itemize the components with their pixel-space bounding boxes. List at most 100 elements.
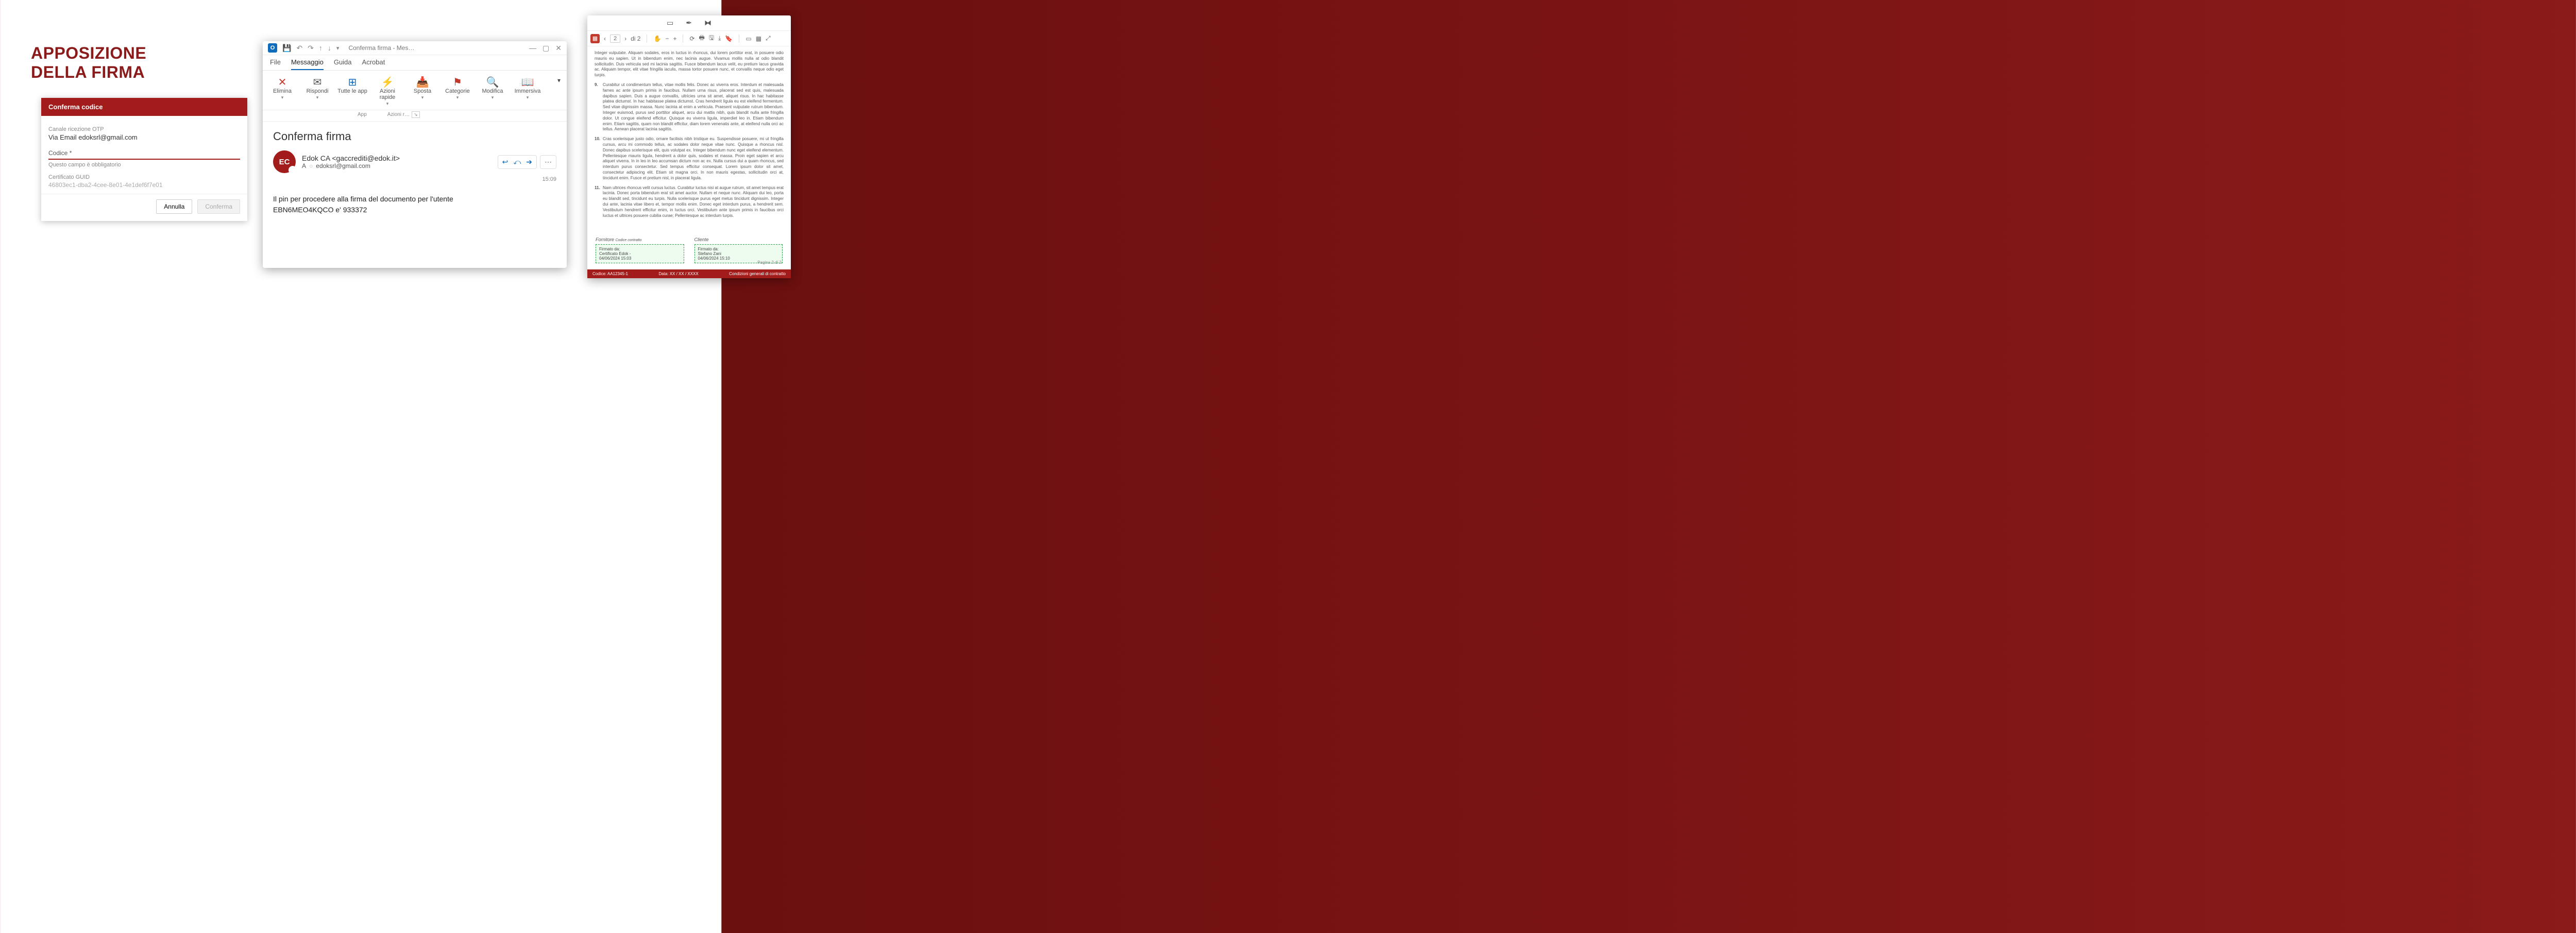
save-pdf-icon[interactable]: 🖫 <box>709 33 714 44</box>
sig-right-l2: Stefano Zani <box>698 251 779 256</box>
ribbon-delete[interactable]: ✕ Elimina ▾ <box>266 74 299 109</box>
undo-icon[interactable]: ↶ <box>296 44 302 53</box>
avatar-initials: EC <box>279 158 290 166</box>
ribbon-move[interactable]: 📥 Sposta ▾ <box>406 74 439 109</box>
search-icon: 🔍 <box>486 76 499 88</box>
otp-code-label: Codice * <box>48 149 72 157</box>
otp-code-input[interactable]: Codice * <box>48 149 240 160</box>
forward-action-icon[interactable]: ➔ <box>526 158 532 166</box>
sender-name: Edok CA <gaccrediti@edok.it> <box>302 154 400 162</box>
page-next-icon[interactable]: › <box>624 35 626 42</box>
tab-file[interactable]: File <box>270 58 281 70</box>
redo-icon[interactable]: ↷ <box>308 44 314 53</box>
signature-box-provider[interactable]: Firmato da: Certificato Edok - 04/06/202… <box>596 244 684 263</box>
sig-left-l1: Firmato da: <box>599 247 681 251</box>
outlook-window: O 💾 ↶ ↷ ↑ ↓ ▾ Conferma firma - Mes… — ▢ … <box>263 41 567 268</box>
ribbon-reply-label: Rispondi <box>307 88 329 94</box>
download-icon[interactable]: ⤓ <box>718 35 721 42</box>
print-icon[interactable]: 🖶 <box>699 33 705 44</box>
fullscreen-icon[interactable]: ⤢ <box>766 35 771 42</box>
save-icon[interactable]: 💾 <box>282 44 291 53</box>
apps-icon: ⊞ <box>348 76 357 88</box>
pdf-para-10: Cras scelerisque justo odio, ornare faci… <box>595 137 784 181</box>
titlebar-overflow-icon[interactable]: ▾ <box>336 45 340 52</box>
slide-title-line2: DELLA FIRMA <box>31 63 146 82</box>
ribbon-modify[interactable]: 🔍 Modifica ▾ <box>476 74 509 109</box>
tab-message[interactable]: Messaggio <box>291 58 324 70</box>
ribbon-immersive[interactable]: 📖 Immersiva ▾ <box>511 74 544 109</box>
sig-left-l3: 04/06/2024 15:03 <box>599 256 681 261</box>
tab-acrobat[interactable]: Acrobat <box>362 58 385 70</box>
close-icon[interactable]: ✕ <box>555 44 562 53</box>
move-icon: 📥 <box>416 76 429 88</box>
signature-provider: Fornitore Codice contratto Firmato da: C… <box>596 237 684 263</box>
reply-all-action-icon[interactable]: ⤺ <box>513 158 521 166</box>
page-input[interactable]: 2 <box>610 35 620 43</box>
thumbnails-icon[interactable]: ▦ <box>590 34 600 43</box>
pdf-toolbar: ▦ ‹ 2 › di 2 ✋ − + ⟳ 🖶 🖫 ⤓ 🔖 ▭ ▦ ⤢ <box>587 31 791 46</box>
message-action-bar: ↩ ⤺ ➔ <box>498 155 537 169</box>
ribbon-group-labels: App Azioni r… ↘ <box>263 110 567 122</box>
rotate-icon[interactable]: ⟳ <box>689 35 694 42</box>
message-subject: Conferma firma <box>273 130 556 143</box>
confirm-button[interactable]: Conferma <box>197 199 240 214</box>
reply-action-icon[interactable]: ↩ <box>502 158 509 166</box>
zoom-in-icon[interactable]: + <box>673 35 676 42</box>
hand-tool-icon[interactable]: ✋ <box>653 35 661 42</box>
slide-title: APPOSIZIONE DELLA FIRMA <box>31 44 146 82</box>
sig-left-title: Fornitore <box>596 237 614 242</box>
single-page-icon[interactable]: ▭ <box>745 35 751 42</box>
nav-down-icon[interactable]: ↓ <box>328 44 331 52</box>
lightning-icon: ⚡ <box>381 76 394 88</box>
share-icon[interactable]: ⧓ <box>704 19 711 27</box>
pdf-para-9: Curabitur ut condimentum tellus, vitae m… <box>595 82 784 132</box>
flag-icon: ⚑ <box>453 76 462 88</box>
ribbon-modify-label: Modifica <box>482 88 503 94</box>
chevron-down-icon: ▾ <box>527 95 529 100</box>
minimize-icon[interactable]: — <box>529 44 536 53</box>
reply-icon: ✉ <box>313 76 322 88</box>
ribbon-apps-label: Tutte le app <box>337 88 367 94</box>
pdf-footer-right: Condizioni generali di contratto <box>729 272 786 276</box>
nav-up-icon[interactable]: ↑ <box>319 44 323 52</box>
signature-client: Cliente Firmato da: Stefano Zani 04/06/2… <box>694 237 783 263</box>
chevron-down-icon: ▾ <box>421 95 424 100</box>
ribbon-immersive-label: Immersiva <box>515 88 541 94</box>
chevron-down-icon: ▾ <box>456 95 459 100</box>
ribbon-reply[interactable]: ✉ Rispondi ▾ <box>301 74 334 109</box>
outlook-logo-icon: O <box>268 43 277 53</box>
dialog-launcher-icon[interactable]: ↘ <box>412 111 420 118</box>
chevron-down-icon: ▾ <box>492 95 494 100</box>
ribbon-apps[interactable]: ⊞ Tutte le app <box>336 74 369 109</box>
prev-page-icon[interactable]: ‹ <box>604 35 606 42</box>
zoom-out-icon[interactable]: − <box>665 35 669 42</box>
page-total: di 2 <box>631 35 640 42</box>
panel-toggle-icon[interactable]: ▭ <box>667 19 673 27</box>
ribbon-move-label: Sposta <box>414 88 431 94</box>
pdf-footer-date: Data: XX / XX / XXXX <box>658 272 698 276</box>
delete-icon: ✕ <box>278 76 287 88</box>
pdf-footer: Codice: AA12345-1 Data: XX / XX / XXXX C… <box>587 269 791 278</box>
sender-avatar: EC <box>273 150 296 173</box>
pdf-footer-code: Codice: AA12345-1 <box>592 272 628 276</box>
ribbon-delete-label: Elimina <box>273 88 292 94</box>
ribbon-categories[interactable]: ⚑ Categorie ▾ <box>441 74 474 109</box>
ribbon-quickactions[interactable]: ⚡ Azioni rapide ▾ <box>371 74 404 109</box>
pdf-page[interactable]: Integer vulputate. Aliquam sodales, eros… <box>587 46 791 233</box>
two-page-icon[interactable]: ▦ <box>756 35 761 42</box>
sign-pen-icon[interactable]: ✒ <box>686 19 692 27</box>
maximize-icon[interactable]: ▢ <box>543 44 549 53</box>
bookmark-icon[interactable]: 🔖 <box>725 35 733 42</box>
ribbon-categories-label: Categorie <box>445 88 470 94</box>
to-label: A <box>302 162 306 169</box>
cancel-button[interactable]: Annulla <box>156 199 192 214</box>
ribbon-collapse-icon[interactable]: ▾ <box>554 74 564 109</box>
pdf-page-number: Pagina 2 di 2 <box>757 260 782 265</box>
ribbon-group-app: App <box>358 111 367 118</box>
tab-guide[interactable]: Guida <box>334 58 352 70</box>
message-body-line2: EBN6MEO4KQCO e' 933372 <box>273 205 556 215</box>
more-actions-button[interactable]: ⋯ <box>540 155 556 169</box>
ribbon-group-quick: Azioni r… ↘ <box>387 111 420 118</box>
chevron-down-icon: ▾ <box>316 95 319 100</box>
to-value: edoksrl@gmail.com <box>316 162 370 169</box>
